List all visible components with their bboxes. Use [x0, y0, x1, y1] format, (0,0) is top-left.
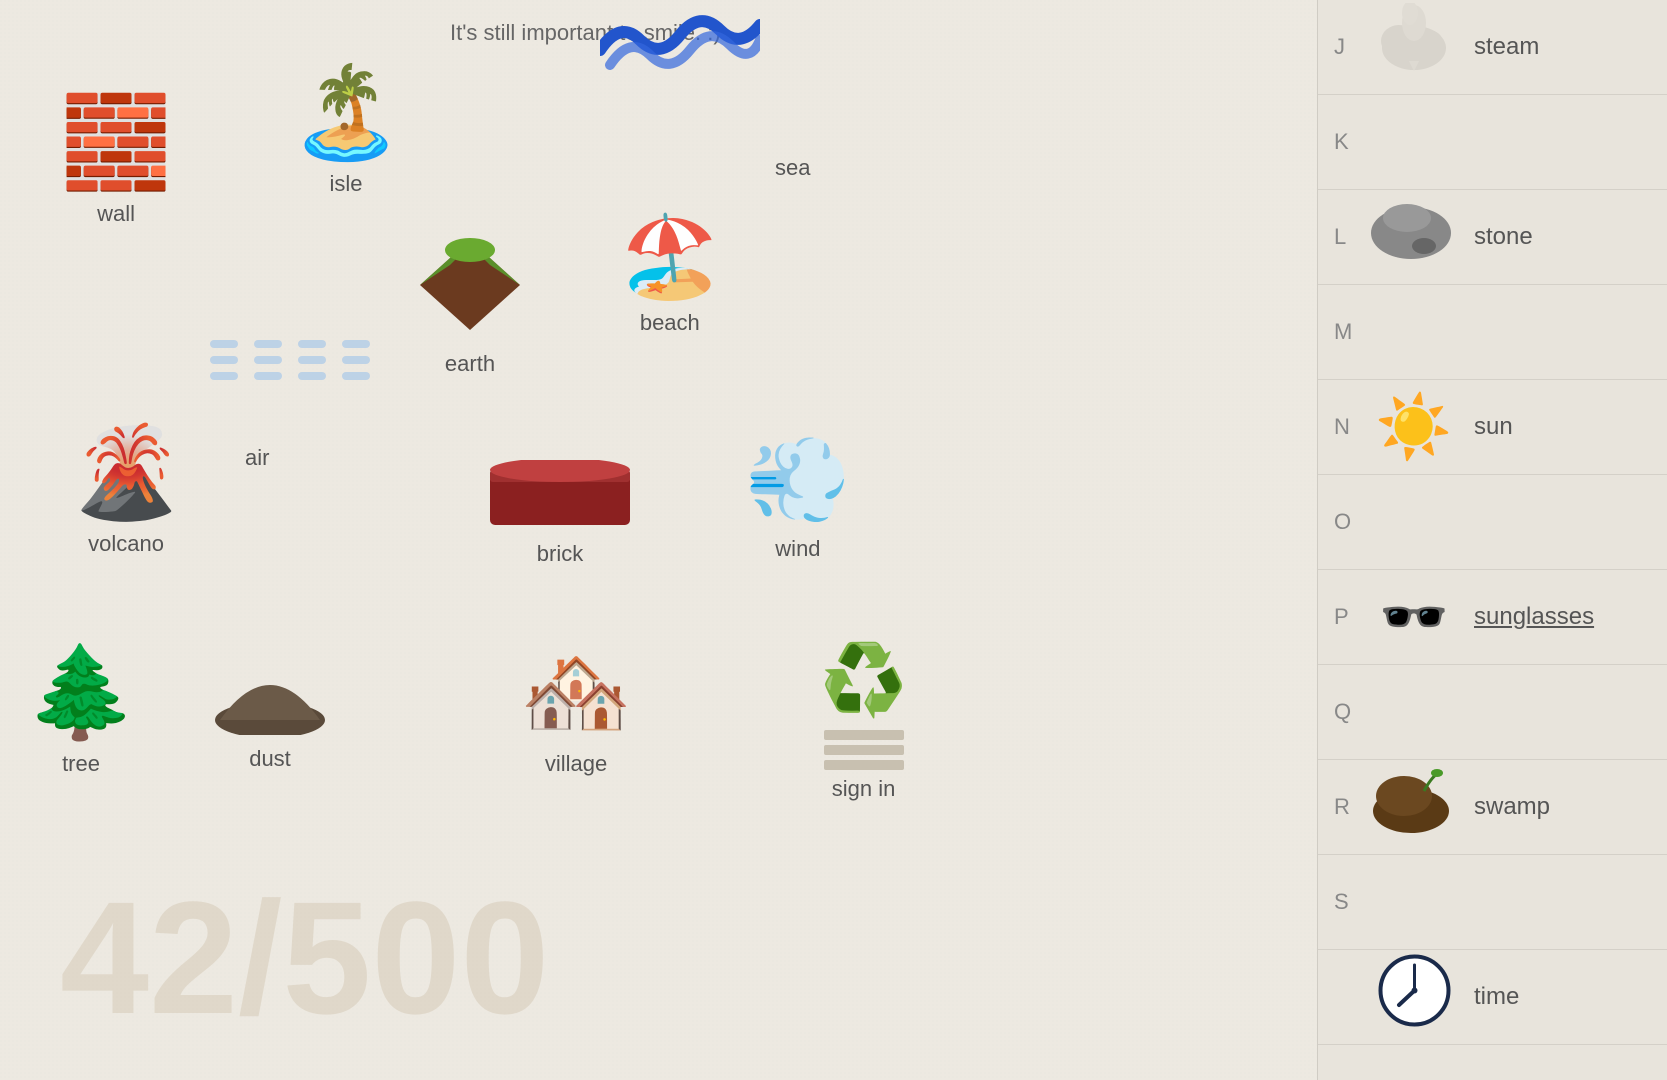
- sidebar-row-time: time: [1318, 950, 1667, 1045]
- swamp-icon: [1364, 766, 1464, 849]
- beach-item: 🏖️ beach: [620, 210, 720, 336]
- sidebar-row-l: L stone: [1318, 190, 1667, 285]
- sidebar-letter-l: L: [1334, 224, 1364, 250]
- village-item: 🏘️ village: [520, 640, 632, 777]
- tree-item: 🌲 tree: [25, 640, 137, 777]
- volcano-icon: 🌋: [70, 420, 182, 525]
- sidebar-letter-r: R: [1334, 794, 1364, 820]
- sun-icon: ☀️: [1364, 391, 1464, 464]
- sidebar-row-n: N ☀️ sun: [1318, 380, 1667, 475]
- sidebar-row-k: K: [1318, 95, 1667, 190]
- wall-item: 🧱 wall: [60, 90, 172, 227]
- sea-label: sea: [775, 155, 810, 181]
- sun-label: sun: [1474, 413, 1513, 441]
- isle-item: 🏝️ isle: [290, 60, 402, 197]
- sidebar-row-s: S: [1318, 855, 1667, 950]
- sidebar: J steam K L: [1317, 0, 1667, 1080]
- sidebar-letter-j: J: [1334, 34, 1364, 60]
- wave-icon: [600, 10, 760, 95]
- score-display: 42/500: [60, 866, 549, 1050]
- stone-icon: [1364, 198, 1464, 276]
- dust-item: dust: [215, 645, 325, 772]
- sign-in-item: ♻️ sign in: [820, 640, 907, 802]
- isle-icon: 🏝️: [290, 60, 402, 165]
- sidebar-letter-p: P: [1334, 604, 1364, 630]
- air-label: air: [245, 445, 269, 471]
- sidebar-letter-n: N: [1334, 414, 1364, 440]
- earth-icon: [410, 230, 530, 345]
- sidebar-row-r: R swamp: [1318, 760, 1667, 855]
- tree-label: tree: [62, 751, 100, 777]
- sign-in-label: sign in: [832, 776, 896, 802]
- wall-label: wall: [97, 201, 135, 227]
- sidebar-letter-m: M: [1334, 319, 1364, 345]
- wind-label: wind: [775, 536, 820, 562]
- brick-icon: [490, 460, 630, 535]
- earth-item: earth: [410, 230, 530, 377]
- stone-label: stone: [1474, 223, 1533, 251]
- sign-in-lines: [824, 730, 904, 770]
- sidebar-letter-q: Q: [1334, 699, 1364, 725]
- beach-icon: 🏖️: [620, 210, 720, 304]
- isle-label: isle: [330, 171, 363, 197]
- sidebar-letter-o: O: [1334, 509, 1364, 535]
- dust-label: dust: [249, 746, 291, 772]
- sunglasses-label: sunglasses: [1474, 603, 1594, 631]
- beach-label: beach: [640, 310, 700, 336]
- sidebar-letter-s: S: [1334, 889, 1364, 915]
- sidebar-row-o: O: [1318, 475, 1667, 570]
- dust-icon: [215, 645, 325, 740]
- swamp-label: swamp: [1474, 793, 1550, 821]
- tree-icon: 🌲: [25, 640, 137, 745]
- wind-item: 💨 wind: [745, 430, 851, 562]
- village-label: village: [545, 751, 607, 777]
- sidebar-row-j: J steam: [1318, 0, 1667, 95]
- volcano-item: 🌋 volcano: [70, 420, 182, 557]
- steam-label: steam: [1474, 33, 1539, 61]
- sunglasses-icon: 🕶️: [1364, 584, 1464, 650]
- sidebar-letter-k: K: [1334, 129, 1364, 155]
- time-label: time: [1474, 983, 1519, 1011]
- sidebar-row-p: P 🕶️ sunglasses: [1318, 570, 1667, 665]
- brick-item: brick: [490, 460, 630, 567]
- sidebar-row-q: Q: [1318, 665, 1667, 760]
- sign-in-icon: ♻️: [820, 640, 907, 722]
- time-icon: [1364, 953, 1464, 1041]
- sidebar-row-m: M: [1318, 285, 1667, 380]
- wall-icon: 🧱: [60, 90, 172, 195]
- earth-label: earth: [445, 351, 495, 377]
- air-visual: [210, 340, 370, 388]
- wind-icon: 💨: [745, 430, 851, 530]
- village-icon: 🏘️: [520, 640, 632, 745]
- volcano-label: volcano: [88, 531, 164, 557]
- steam-icon: [1364, 3, 1464, 91]
- brick-label: brick: [537, 541, 583, 567]
